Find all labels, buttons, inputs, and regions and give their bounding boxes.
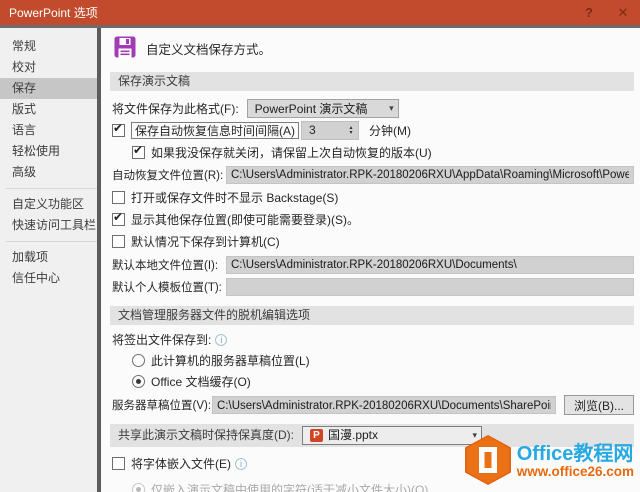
- autorecover-checkbox[interactable]: ✔: [112, 121, 125, 137]
- sidebar-item-trust-center[interactable]: 信任中心: [0, 268, 97, 289]
- template-path-label: 默认个人模板位置(T):: [112, 282, 222, 294]
- server-drafts-path-label: 服务器草稿位置(V):: [112, 400, 212, 412]
- sidebar-item-language[interactable]: 语言: [0, 120, 97, 141]
- sidebar-item-ease-of-access[interactable]: 轻松使用: [0, 141, 97, 162]
- server-drafts-path-row: 服务器草稿位置(V): 浏览(B)...: [112, 395, 634, 415]
- watermark-title: Office教程网: [516, 442, 634, 465]
- show-places-row: ✔ 显示其他保存位置(即使可能需要登录)(S)。: [112, 210, 634, 228]
- file-format-dropdown[interactable]: PowerPoint 演示文稿 ▾: [246, 99, 399, 118]
- autorecover-label: 保存自动恢复信息时间间隔(A): [131, 122, 299, 139]
- section-header-save-presentations: 保存演示文稿: [110, 72, 634, 91]
- no-backstage-label: 打开或保存文件时不显示 Backstage(S): [131, 191, 339, 205]
- watermark: Office教程网 www.office26.com: [464, 435, 634, 488]
- sidebar-item-general[interactable]: 常规: [0, 36, 97, 57]
- server-drafts-radio-row: 此计算机的服务器草稿位置(L): [132, 352, 634, 369]
- section-header-offline-editing: 文档管理服务器文件的脱机编辑选项: [110, 306, 634, 325]
- server-drafts-path-input[interactable]: [212, 396, 556, 414]
- template-path-input[interactable]: [226, 278, 634, 296]
- sidebar-item-advanced[interactable]: 高级: [0, 162, 97, 183]
- show-places-checkbox[interactable]: ✔: [112, 210, 125, 226]
- keep-last-version-row: ✔ 如果我没保存就关闭，请保留上次自动恢复的版本(U): [132, 143, 634, 161]
- sidebar-divider: [6, 188, 97, 189]
- show-places-label: 显示其他保存位置(即使可能需要登录)(S)。: [131, 213, 359, 227]
- autorecover-minutes-stepper[interactable]: 3 ▴ ▾: [301, 121, 359, 140]
- server-drafts-radio[interactable]: [132, 354, 145, 367]
- checkout-save-label: 将签出文件保存到:: [112, 333, 212, 347]
- stepper-arrows[interactable]: ▴ ▾: [344, 122, 358, 139]
- check-icon: ✔: [133, 143, 144, 157]
- autorecover-path-input[interactable]: [226, 166, 634, 184]
- office-cache-radio[interactable]: [132, 375, 145, 388]
- page-title: 自定义文档保存方式。: [146, 42, 272, 57]
- browse-button[interactable]: 浏览(B)...: [564, 395, 634, 415]
- fidelity-file-dropdown[interactable]: P 国漫.pptx ▾: [302, 426, 482, 445]
- sidebar-item-add-ins[interactable]: 加载项: [0, 247, 97, 268]
- keep-last-version-label: 如果我没保存就关闭，请保留上次自动恢复的版本(U): [151, 146, 432, 160]
- server-drafts-radio-label: 此计算机的服务器草稿位置(L): [151, 354, 310, 368]
- autorecover-path-label: 自动恢复文件位置(R):: [112, 170, 224, 182]
- keep-last-version-checkbox[interactable]: ✔: [132, 143, 145, 159]
- watermark-url: www.office26.com: [516, 463, 634, 479]
- no-backstage-checkbox[interactable]: [112, 191, 125, 204]
- local-path-row: 默认本地文件位置(I):: [112, 256, 634, 274]
- file-format-row: 将文件保存为此格式(F): PowerPoint 演示文稿 ▾: [112, 99, 634, 118]
- sidebar-divider: [6, 241, 97, 242]
- sidebar-item-quick-access-toolbar[interactable]: 快速访问工具栏: [0, 215, 97, 236]
- office-logo-icon: [464, 435, 511, 488]
- fidelity-label: 共享此演示文稿时保持保真度(D):: [118, 428, 294, 442]
- embed-used-chars-label: 仅嵌入演示文稿中使用的字符(适于减小文件大小)(O): [151, 483, 429, 492]
- autorecover-minutes-value: 3: [309, 123, 316, 137]
- sidebar-item-layout[interactable]: 版式: [0, 99, 97, 120]
- chevron-down-icon: ▾: [389, 103, 394, 113]
- office-cache-radio-label: Office 文档缓存(O): [151, 375, 251, 389]
- page-header: 自定义文档保存方式。: [113, 35, 634, 61]
- close-button[interactable]: ✕: [606, 0, 640, 25]
- office-cache-radio-row: Office 文档缓存(O): [132, 373, 634, 390]
- embed-fonts-checkbox[interactable]: [112, 457, 125, 470]
- template-path-row: 默认个人模板位置(T):: [112, 278, 634, 296]
- pptx-file-icon: P: [310, 429, 323, 442]
- spin-down-icon[interactable]: ▾: [349, 130, 352, 136]
- local-path-label: 默认本地文件位置(I):: [112, 260, 219, 272]
- no-backstage-row: 打开或保存文件时不显示 Backstage(S): [112, 189, 634, 206]
- sidebar-item-proofing[interactable]: 校对: [0, 57, 97, 78]
- save-to-computer-row: 默认情况下保存到计算机(C): [112, 233, 634, 250]
- sidebar-item-customize-ribbon[interactable]: 自定义功能区: [0, 194, 97, 215]
- file-format-label: 将文件保存为此格式(F):: [112, 102, 239, 116]
- info-icon: i: [215, 333, 228, 346]
- save-disk-icon: [113, 35, 137, 62]
- local-path-input[interactable]: [226, 256, 634, 274]
- file-format-value: PowerPoint 演示文稿: [254, 102, 368, 116]
- check-icon: ✔: [113, 121, 124, 135]
- save-to-computer-label: 默认情况下保存到计算机(C): [131, 235, 280, 249]
- check-icon: ✔: [113, 210, 124, 224]
- checkout-save-row: 将签出文件保存到: i: [112, 331, 634, 348]
- info-icon: i: [235, 457, 247, 470]
- minutes-label: 分钟(M): [369, 124, 411, 138]
- sidebar-item-save[interactable]: 保存: [0, 78, 97, 99]
- embed-fonts-label: 将字体嵌入文件(E): [131, 457, 231, 471]
- embed-used-chars-radio: [132, 483, 145, 492]
- options-sidebar: 常规 校对 保存 版式 语言 轻松使用 高级 自定义功能区 快速访问工具栏 加载…: [0, 28, 97, 492]
- fidelity-file-value: 国漫.pptx: [328, 428, 379, 442]
- save-to-computer-checkbox[interactable]: [112, 235, 125, 248]
- watermark-text: Office教程网 www.office26.com: [516, 442, 634, 479]
- window-title: PowerPoint 选项: [9, 6, 98, 20]
- help-button[interactable]: ?: [572, 0, 606, 25]
- autorecover-path-row: 自动恢复文件位置(R):: [112, 166, 634, 184]
- autorecover-row: ✔ 保存自动恢复信息时间间隔(A) 3 ▴ ▾ 分钟(M): [112, 121, 634, 140]
- title-bar: PowerPoint 选项 ? ✕: [0, 0, 640, 25]
- save-options-panel: 自定义文档保存方式。 保存演示文稿 将文件保存为此格式(F): PowerPoi…: [101, 28, 640, 492]
